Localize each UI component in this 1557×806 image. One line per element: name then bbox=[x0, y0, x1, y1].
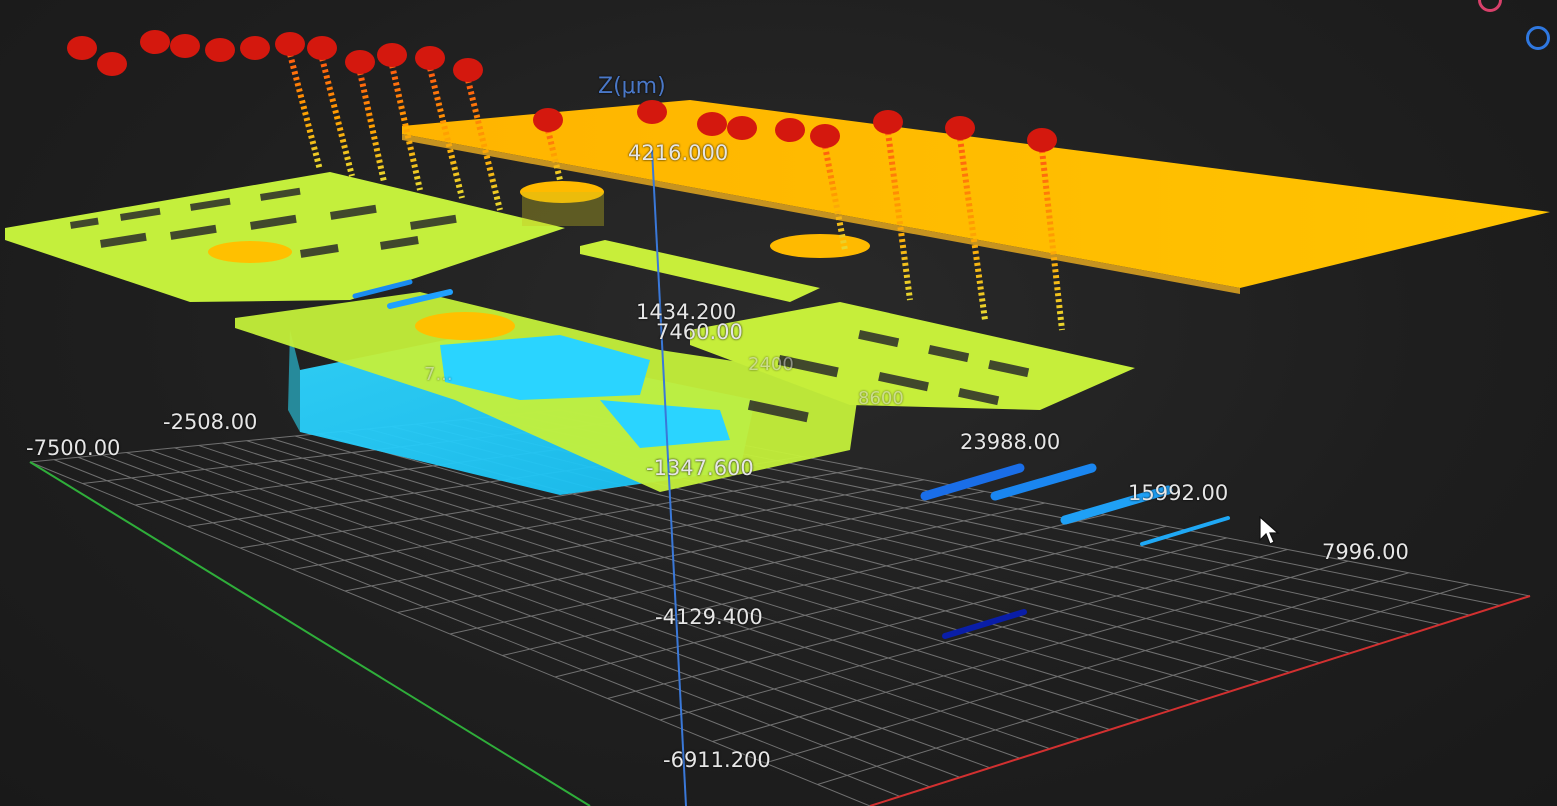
mouse-cursor-icon bbox=[1259, 516, 1280, 545]
head bbox=[170, 34, 200, 58]
z-tick-label: 4216.000 bbox=[628, 141, 729, 165]
head bbox=[697, 112, 727, 136]
head bbox=[945, 116, 975, 140]
head bbox=[275, 32, 305, 56]
head bbox=[415, 46, 445, 70]
head bbox=[205, 38, 235, 62]
cylinder-c bbox=[770, 234, 870, 258]
head bbox=[637, 100, 667, 124]
x-tick-label: 15992.00 bbox=[1128, 481, 1229, 505]
head bbox=[727, 116, 757, 140]
faded-label: 8600 bbox=[858, 388, 904, 409]
head bbox=[67, 36, 97, 60]
view-button-blue[interactable] bbox=[1526, 26, 1550, 50]
head bbox=[873, 110, 903, 134]
head bbox=[533, 108, 563, 132]
stem bbox=[319, 57, 355, 177]
z-tick-label: -4129.400 bbox=[655, 605, 763, 629]
head bbox=[97, 52, 127, 76]
head bbox=[453, 58, 483, 82]
head bbox=[345, 50, 375, 74]
point-cloud-scene[interactable] bbox=[0, 0, 1557, 806]
head bbox=[1027, 128, 1057, 152]
x-tick-label: 23988.00 bbox=[960, 430, 1061, 454]
head bbox=[307, 36, 337, 60]
stem bbox=[357, 71, 387, 183]
stem bbox=[287, 53, 323, 171]
y-tick-label: -7500.00 bbox=[26, 436, 121, 460]
ground-grid bbox=[29, 409, 1531, 806]
z-axis-title: Z(μm) bbox=[598, 74, 666, 99]
faded-label: 7... bbox=[424, 364, 453, 385]
head bbox=[810, 124, 840, 148]
cylinder-d bbox=[415, 312, 515, 340]
grid-line bbox=[554, 525, 1167, 678]
head bbox=[775, 118, 805, 142]
faded-label: 2400 bbox=[748, 354, 794, 375]
y-tick-label: 7460.00 bbox=[656, 320, 743, 344]
z-tick-label: -6911.200 bbox=[663, 748, 771, 772]
head bbox=[140, 30, 170, 54]
head bbox=[377, 43, 407, 67]
point-cloud-viewport[interactable]: Z(μm) 4216.000 1434.200 -1347.600 -4129.… bbox=[0, 0, 1557, 806]
y-axis-line bbox=[29, 461, 591, 806]
head bbox=[240, 36, 270, 60]
y-tick-label: -2508.00 bbox=[163, 410, 258, 434]
cylinder-a bbox=[208, 241, 292, 263]
z-tick-label: -1347.600 bbox=[646, 456, 754, 480]
grid-line bbox=[344, 479, 924, 592]
x-tick-label: 7996.00 bbox=[1322, 540, 1409, 564]
point-cloud bbox=[5, 30, 1550, 639]
